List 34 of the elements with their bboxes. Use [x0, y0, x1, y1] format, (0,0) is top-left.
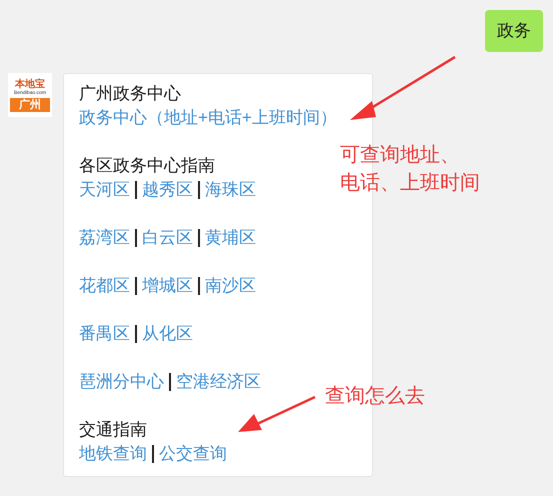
annotation-text: 可查询地址、	[340, 141, 460, 168]
link-separator	[135, 181, 137, 199]
link[interactable]: 花都区	[79, 274, 130, 298]
link[interactable]: 公交查询	[159, 442, 227, 466]
link-separator	[198, 229, 200, 247]
link[interactable]: 天河区	[79, 178, 130, 202]
link-separator	[198, 277, 200, 295]
chat-bubble: 政务	[485, 10, 543, 52]
link-separator	[135, 229, 137, 247]
link-separator	[135, 277, 137, 295]
avatar-logo: 本地宝	[15, 78, 45, 90]
section-title: 各区政务中心指南	[79, 155, 215, 177]
link[interactable]: 海珠区	[205, 178, 256, 202]
link[interactable]: 南沙区	[205, 274, 256, 298]
avatar-city: 广州	[10, 98, 50, 112]
link-separator	[152, 445, 154, 463]
link[interactable]: 地铁查询	[79, 442, 147, 466]
link[interactable]: 空港经济区	[176, 370, 261, 394]
link[interactable]: 黄埔区	[205, 226, 256, 250]
link[interactable]: 琶洲分中心	[79, 370, 164, 394]
link-separator	[135, 325, 137, 343]
link[interactable]: 从化区	[142, 322, 193, 346]
annotation-text: 电话、上班时间	[340, 169, 480, 196]
link[interactable]: 越秀区	[142, 178, 193, 202]
link[interactable]: 番禺区	[79, 322, 130, 346]
section-title: 广州政务中心	[79, 83, 181, 105]
annotation-text: 查询怎么去	[325, 382, 425, 409]
link-separator	[198, 181, 200, 199]
link[interactable]: 荔湾区	[79, 226, 130, 250]
link[interactable]: 政务中心（地址+电话+上班时间）	[79, 106, 337, 130]
link-separator	[169, 373, 171, 391]
link[interactable]: 白云区	[142, 226, 193, 250]
link[interactable]: 增城区	[142, 274, 193, 298]
section-title: 交通指南	[79, 419, 147, 441]
